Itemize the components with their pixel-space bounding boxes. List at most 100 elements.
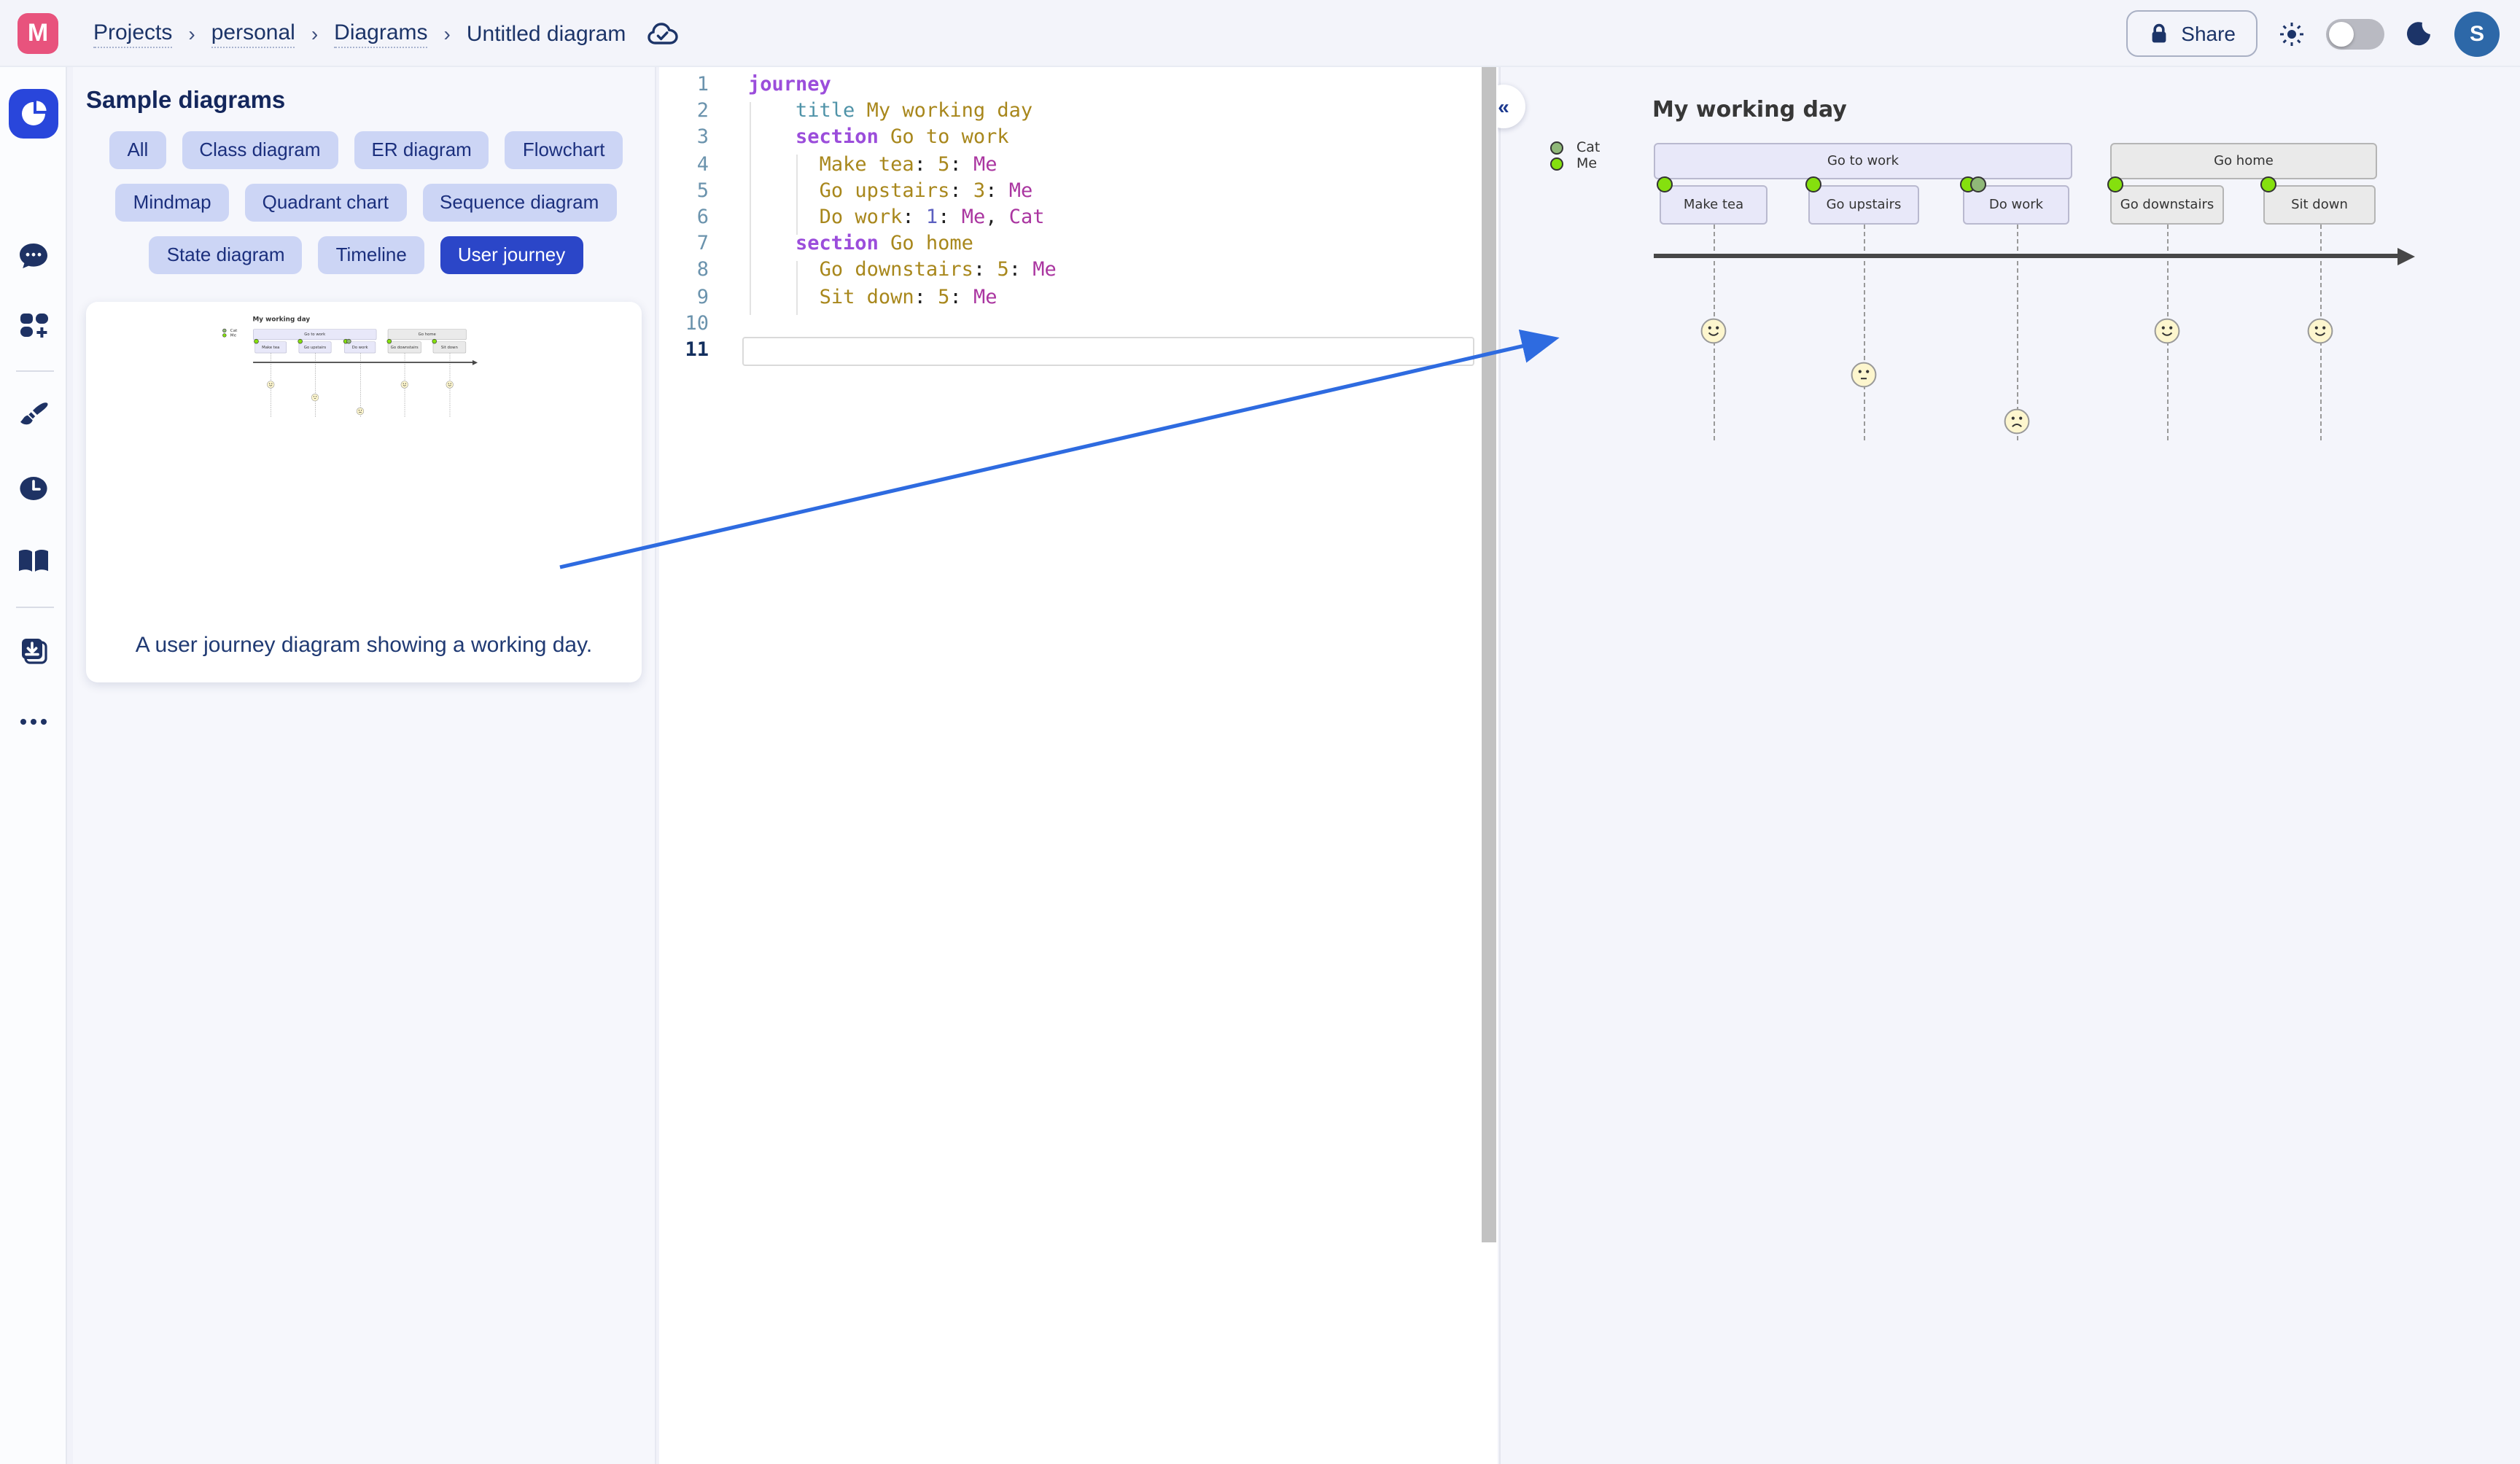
- journey-task: Sit down: [433, 341, 466, 353]
- indent-guide: [796, 155, 798, 235]
- avatar-initial: S: [2470, 21, 2484, 46]
- filter-chip-mindmap[interactable]: Mindmap: [116, 184, 229, 222]
- line-number: 4: [659, 151, 709, 177]
- sidebar-item-history[interactable]: [9, 464, 58, 513]
- sidebar-item-diagrams[interactable]: [9, 89, 58, 139]
- breadcrumb-item[interactable]: Diagrams: [334, 20, 427, 47]
- filter-chip-state-diagram[interactable]: State diagram: [149, 236, 303, 274]
- filter-chip-user-journey[interactable]: User journey: [440, 236, 583, 274]
- sidebar-divider: [16, 370, 54, 372]
- line-number: 8: [659, 257, 709, 284]
- sidebar-item-import[interactable]: [9, 626, 58, 675]
- breadcrumb-separator: ›: [311, 22, 318, 45]
- filter-chip-sequence-diagram[interactable]: Sequence diagram: [422, 184, 616, 222]
- journey-section-bar: Go to work: [253, 329, 376, 340]
- journey-diagram-thumbnail: My working dayCatMeGo to workMake teaGo …: [222, 318, 480, 419]
- timeline-arrowhead: [2398, 247, 2415, 265]
- journey-face-happy: [400, 381, 408, 390]
- sidebar-item-chat[interactable]: [9, 232, 58, 281]
- line-number: 1: [659, 71, 709, 98]
- legend-item-me: Me: [1550, 156, 1597, 172]
- journey-task: Go downstairs: [2110, 185, 2224, 225]
- sample-caption: A user journey diagram showing a working…: [86, 633, 642, 658]
- breadcrumb-separator: ›: [444, 22, 451, 45]
- sun-icon: [2279, 21, 2304, 46]
- line-number: 11: [659, 337, 709, 363]
- lock-icon: [2147, 22, 2169, 45]
- current-line-highlight: [742, 337, 1474, 366]
- journey-task: Make tea: [1660, 185, 1768, 225]
- code-line-10[interactable]: 10: [659, 310, 1498, 336]
- breadcrumb-item[interactable]: Projects: [93, 20, 172, 47]
- legend-item-cat: Cat: [1550, 140, 1600, 156]
- sample-diagrams-panel: Sample diagrams All Class diagram ER diagr…: [73, 67, 656, 1464]
- code-line-2[interactable]: 2 title My working day: [659, 98, 1498, 124]
- code-line-7[interactable]: 7 section Go home: [659, 230, 1498, 257]
- sidebar-item-components[interactable]: [9, 300, 58, 350]
- line-number: 3: [659, 125, 709, 151]
- editor-scrollbar[interactable]: [1480, 67, 1498, 1464]
- journey-task: Go upstairs: [1808, 185, 1919, 225]
- scrollbar-thumb[interactable]: [1482, 67, 1496, 1242]
- journey-task: Sit down: [2263, 185, 2376, 225]
- line-content: Make tea: 5: Me: [709, 151, 998, 177]
- filter-chip-quadrant-chart[interactable]: Quadrant chart: [245, 184, 406, 222]
- code-line-4[interactable]: 4 Make tea: 5: Me: [659, 151, 1498, 177]
- legend-dot: [222, 333, 226, 337]
- diagram-title: My working day: [252, 315, 310, 323]
- actor-dot-me: [2107, 176, 2123, 192]
- code-line-3[interactable]: 3 section Go to work: [659, 125, 1498, 151]
- journey-section-bar: Go home: [388, 329, 467, 340]
- breadcrumb-item[interactable]: Untitled diagram: [467, 21, 626, 46]
- panel-title: Sample diagrams: [86, 87, 285, 115]
- code-editor[interactable]: 1journey2 title My working day3 section …: [659, 67, 1498, 1464]
- code-line-1[interactable]: 1journey: [659, 71, 1498, 98]
- filter-chip-er-diagram[interactable]: ER diagram: [354, 131, 489, 169]
- topbar-actions: Share S: [2126, 0, 2520, 67]
- sidebar-item-more[interactable]: [9, 697, 58, 747]
- share-label: Share: [2181, 22, 2236, 45]
- diagram-preview-panel[interactable]: « My working dayCatMeGo to workMake teaG…: [1499, 67, 2520, 1464]
- line-content: Go upstairs: 3: Me: [709, 178, 1032, 204]
- code-line-6[interactable]: 6 Do work: 1: Me, Cat: [659, 204, 1498, 230]
- legend-label: Cat: [1576, 140, 1600, 156]
- filter-chip-all[interactable]: All: [109, 131, 166, 169]
- line-number: 6: [659, 204, 709, 230]
- code-line-9[interactable]: 9 Sit down: 5: Me: [659, 284, 1498, 310]
- filter-chip-timeline[interactable]: Timeline: [319, 236, 424, 274]
- line-content: Sit down: 5: Me: [709, 284, 998, 310]
- code-line-5[interactable]: 5 Go upstairs: 3: Me: [659, 178, 1498, 204]
- journey-face-happy: [446, 381, 454, 390]
- journey-face-neutral: [311, 394, 319, 403]
- actor-dot-me: [387, 339, 392, 343]
- filter-chip-flowchart[interactable]: Flowchart: [505, 131, 623, 169]
- clock-icon: [19, 474, 48, 503]
- moon-icon: [2406, 20, 2432, 47]
- legend-dot: [1550, 141, 1563, 155]
- theme-toggle[interactable]: [2326, 18, 2384, 49]
- line-content: section Go to work: [709, 125, 1009, 151]
- user-avatar[interactable]: S: [2454, 11, 2500, 56]
- icon-sidebar: [0, 67, 67, 1464]
- share-button[interactable]: Share: [2126, 10, 2258, 57]
- code-line-8[interactable]: 8 Go downstairs: 5: Me: [659, 257, 1498, 284]
- line-content: journey: [709, 71, 831, 98]
- filter-chip-class-diagram[interactable]: Class diagram: [182, 131, 338, 169]
- actor-dot-me: [1657, 176, 1673, 192]
- line-content: Do work: 1: Me, Cat: [709, 204, 1045, 230]
- actor-dot-me: [254, 339, 258, 343]
- journey-face-happy: [2154, 318, 2180, 350]
- breadcrumb-item[interactable]: personal: [211, 20, 295, 47]
- indent-guide: [749, 102, 750, 315]
- line-content: [709, 310, 748, 336]
- legend-label: Me: [230, 333, 236, 338]
- sidebar-item-docs[interactable]: [9, 537, 58, 586]
- actor-dot-me: [1805, 176, 1821, 192]
- ellipsis-icon: [19, 717, 48, 726]
- sidebar-item-themes[interactable]: [9, 389, 58, 439]
- line-content: Go downstairs: 5: Me: [709, 257, 1057, 284]
- mermaid-logo-icon[interactable]: M: [18, 13, 58, 54]
- sample-card-user-journey[interactable]: My working dayCatMeGo to workMake teaGo …: [86, 302, 642, 682]
- line-content: title My working day: [709, 98, 1032, 124]
- pie-chart-icon: [19, 99, 48, 128]
